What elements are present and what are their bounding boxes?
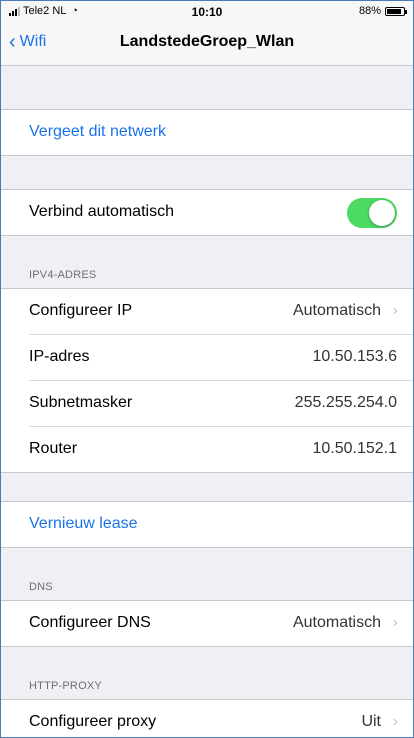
router-label: Router [29,440,78,457]
ipv4-section-header: IPV4-ADRES [1,237,413,289]
subnet-mask-value: 255.255.254.0 [294,394,397,411]
ip-address-row: IP-adres 10.50.153.6 [29,335,413,381]
auto-join-group: Verbind automatisch [1,189,413,236]
ipv4-header-label: IPV4-ADRES [29,269,97,281]
proxy-group: Configureer proxy Uit › [1,699,413,737]
chevron-right-icon: › [392,302,398,319]
page-title: LandstedeGroep_Wlan [119,33,295,50]
configure-ip-row[interactable]: Configureer IP Automatisch › [29,289,413,335]
configure-dns-label: Configureer DNS [29,614,151,631]
settings-screen: Tele2 NL ◔ 10:10 88% ‹ Wifi LandstedeGro… [0,0,414,738]
forget-network-row[interactable]: Vergeet dit netwerk [29,110,413,155]
status-right: 88% [358,5,407,17]
dns-section-header: DNS [1,549,413,601]
ip-address-label: IP-adres [29,348,90,365]
proxy-section-header: HTTP-PROXY [1,648,413,700]
dns-header-label: DNS [29,581,53,593]
configure-ip-value: Automatisch [292,302,381,319]
configure-proxy-value: Uit [361,713,381,730]
chevron-right-icon: › [392,614,398,631]
status-time: 10:10 [191,5,223,19]
chevron-right-icon: › [392,713,398,730]
auto-join-row: Verbind automatisch [29,190,413,235]
battery-icon [385,6,407,16]
renew-lease-group: Vernieuw lease [1,501,413,548]
status-bar: Tele2 NL ◔ 10:10 88% [1,1,413,21]
ip-address-value: 10.50.153.6 [312,348,397,365]
configure-ip-label: Configureer IP [29,302,133,319]
router-value: 10.50.152.1 [312,440,397,457]
ipv4-group: Configureer IP Automatisch › IP-adres 10… [1,288,413,473]
battery-percent: 88% [358,5,381,17]
configure-dns-row[interactable]: Configureer DNS Automatisch › [29,601,413,646]
proxy-header-label: HTTP-PROXY [29,680,102,692]
subnet-mask-row: Subnetmasker 255.255.254.0 [29,381,413,427]
renew-lease-row[interactable]: Vernieuw lease [29,502,413,547]
configure-proxy-label: Configureer proxy [29,713,157,730]
configure-dns-value: Automatisch [292,614,381,631]
dns-group: Configureer DNS Automatisch › [1,600,413,647]
auto-join-toggle[interactable] [347,198,397,228]
auto-join-label: Verbind automatisch [29,203,174,220]
forget-group: Vergeet dit netwerk [1,109,413,156]
toggle-knob [369,200,395,226]
navigation-bar: ‹ Wifi LandstedeGroep_Wlan [1,21,413,66]
forget-network-button[interactable]: Vergeet dit netwerk [29,123,166,141]
router-row: Router 10.50.152.1 [29,427,413,472]
configure-proxy-row[interactable]: Configureer proxy Uit › [29,700,413,737]
renew-lease-button[interactable]: Vernieuw lease [29,515,138,533]
subnet-mask-label: Subnetmasker [29,394,133,411]
